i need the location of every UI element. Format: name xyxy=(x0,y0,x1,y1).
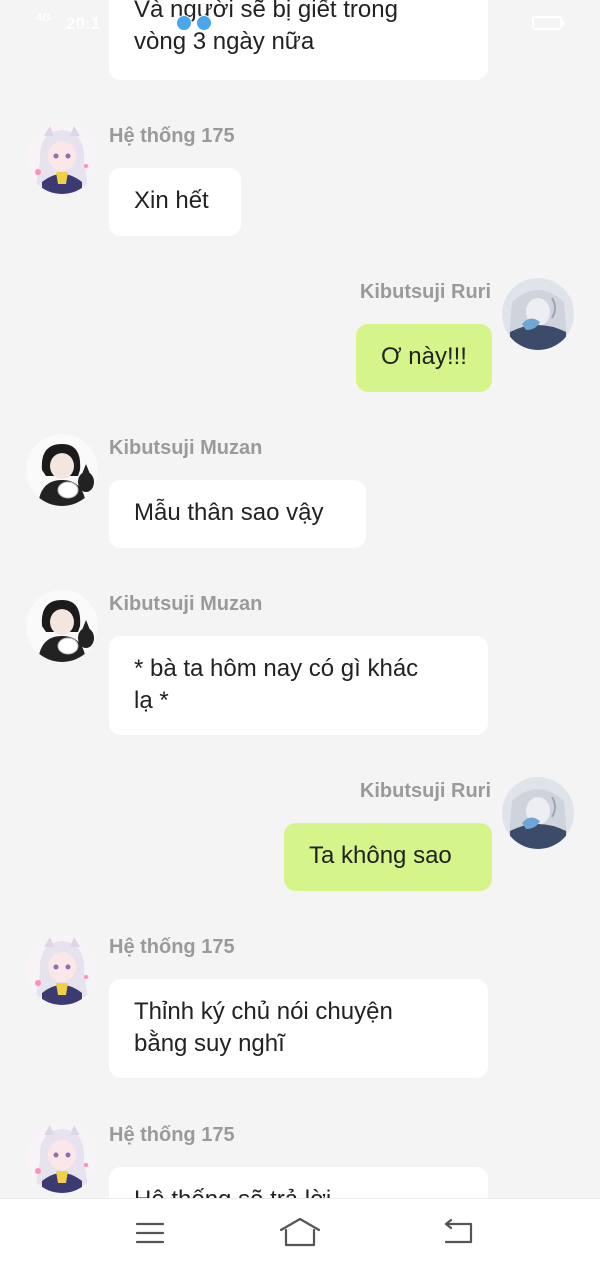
muzan-avatar[interactable] xyxy=(26,590,98,662)
chat-area[interactable]: Và người sẽ bị giết trong vòng 3 ngày nữ… xyxy=(0,0,600,1198)
message-bubble[interactable]: Hệ thống sẽ trả lời xyxy=(109,1167,488,1198)
message-bubble[interactable]: Xin hết xyxy=(109,168,241,236)
back-button[interactable] xyxy=(438,1217,478,1249)
message-bubble[interactable]: Mẫu thân sao vậy xyxy=(109,480,366,548)
system-navigation-bar xyxy=(0,1198,600,1268)
clock: 20:1 xyxy=(66,14,101,33)
message-text-line: bằng suy nghĩ xyxy=(134,1030,285,1057)
message-text-line: Ơ này!!! xyxy=(381,343,467,370)
sender-name: Hệ thống 175 xyxy=(109,936,235,958)
sender-name: Kibutsuji Ruri xyxy=(359,281,491,303)
cloud-icon xyxy=(196,15,212,31)
notification-icons xyxy=(176,15,212,31)
ruri-avatar[interactable] xyxy=(502,278,574,350)
sender-name: Kibutsuji Muzan xyxy=(109,593,263,615)
menu-icon xyxy=(135,1222,165,1244)
message-text-line: lạ * xyxy=(134,687,169,714)
cloud-icon xyxy=(176,15,192,31)
sender-name: Kibutsuji Muzan xyxy=(109,437,263,459)
message-text-line: Ta không sao xyxy=(309,842,452,869)
back-icon xyxy=(444,1218,473,1244)
sender-name: Hệ thống 175 xyxy=(109,1124,235,1146)
message-text-line: Xin hết xyxy=(134,187,209,214)
message-text-line: Thỉnh ký chủ nói chuyện xyxy=(134,998,393,1025)
menu-button[interactable] xyxy=(130,1217,170,1249)
message-bubble[interactable]: Thỉnh ký chủ nói chuyện bằng suy nghĩ xyxy=(109,979,488,1078)
message-text-line: Hệ thống sẽ trả lời xyxy=(134,1184,463,1198)
home-icon xyxy=(279,1217,321,1247)
home-button[interactable] xyxy=(279,1217,321,1249)
signal-indicator: 4G xyxy=(36,12,51,24)
sender-name: Hệ thống 175 xyxy=(109,125,235,147)
message-bubble[interactable]: * bà ta hôm nay có gì khác lạ * xyxy=(109,636,488,735)
sender-name: Kibutsuji Ruri xyxy=(359,780,491,802)
message-bubble[interactable]: Ta không sao xyxy=(284,823,492,891)
ruri-avatar[interactable] xyxy=(502,777,574,849)
message-text-line: * bà ta hôm nay có gì khác xyxy=(134,655,419,682)
system-avatar[interactable] xyxy=(26,1121,98,1193)
message-bubble[interactable]: Ơ này!!! xyxy=(356,324,492,392)
muzan-avatar[interactable] xyxy=(26,434,98,506)
status-bar: 4G 20:1 xyxy=(0,0,600,44)
system-avatar[interactable] xyxy=(26,122,98,194)
battery-icon xyxy=(532,16,565,30)
message-text-line: Mẫu thân sao vậy xyxy=(134,499,324,526)
system-avatar[interactable] xyxy=(26,933,98,1005)
